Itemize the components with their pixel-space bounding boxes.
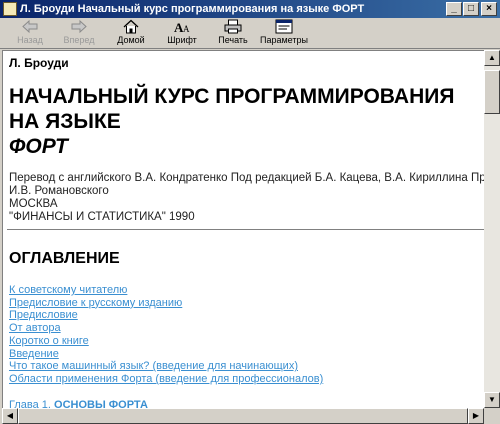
book-author: Л. Броуди	[9, 56, 69, 70]
help-book-icon	[3, 2, 17, 16]
imprint-line-1: Перевод с английского В.А. Кондратенко П…	[9, 172, 485, 184]
toc-link[interactable]: Предисловие	[9, 309, 323, 322]
title-bar: Л. Броуди Начальный курс программировани…	[0, 0, 500, 18]
forward-label: Вперед	[63, 35, 95, 45]
options-button[interactable]: Параметры	[258, 19, 310, 47]
font-button[interactable]: A A Шрифт	[158, 19, 206, 47]
print-label: Печать	[218, 35, 248, 45]
toc-link[interactable]: Предисловие к русскому изданию	[9, 297, 323, 310]
close-button[interactable]: ×	[481, 2, 497, 16]
toc-heading: ОГЛАВЛЕНИЕ	[9, 250, 120, 267]
imprint-line-3: МОСКВА	[9, 198, 58, 210]
print-button[interactable]: Печать	[210, 19, 256, 47]
minimize-button[interactable]: _	[446, 2, 462, 16]
scroll-left-button[interactable]: ◀	[2, 408, 18, 424]
title-line-2: НА ЯЗЫКЕ	[9, 110, 121, 133]
scroll-up-button[interactable]: ▲	[484, 50, 500, 66]
toc-link[interactable]: Коротко о книге	[9, 335, 323, 348]
toolbar: Назад Вперед Домой A A Шрифт Печать Пара…	[0, 18, 500, 49]
scroll-down-button[interactable]: ▼	[484, 392, 500, 408]
toc-link[interactable]: Введение	[9, 348, 323, 361]
back-button[interactable]: Назад	[8, 19, 52, 47]
document-pane[interactable]: Л. Броуди НАЧАЛЬНЫЙ КУРС ПРОГРАММИРОВАНИ…	[2, 50, 485, 409]
arrow-right-icon	[71, 19, 87, 34]
printer-icon	[224, 19, 242, 34]
back-label: Назад	[17, 35, 43, 45]
toc-link[interactable]: Что такое машинный язык? (введение для н…	[9, 360, 323, 373]
imprint-line-4: "ФИНАНСЫ И СТАТИСТИКА" 1990	[9, 211, 195, 223]
scroll-right-button[interactable]: ▶	[468, 408, 484, 424]
toc-link[interactable]: Области применения Форта (введение для п…	[9, 373, 323, 386]
svg-text:A: A	[183, 24, 190, 34]
horizontal-rule	[7, 229, 485, 230]
imprint: Перевод с английского В.А. Кондратенко П…	[9, 172, 485, 224]
vertical-scroll-thumb[interactable]	[484, 70, 500, 114]
options-label: Параметры	[260, 35, 308, 45]
home-label: Домой	[117, 35, 145, 45]
home-button[interactable]: Домой	[108, 19, 154, 47]
forward-button[interactable]: Вперед	[56, 19, 102, 47]
vertical-scrollbar[interactable]: ▲ ▼	[484, 50, 500, 408]
window-title: Л. Броуди Начальный курс программировани…	[20, 3, 365, 15]
imprint-line-2: И.В. Романовского	[9, 185, 109, 197]
title-line-3: ФОРТ	[9, 135, 68, 158]
toc-list: К советскому читателю Предисловие к русс…	[9, 284, 323, 386]
font-icon: A A	[174, 20, 190, 34]
horizontal-scroll-thumb[interactable]	[18, 408, 468, 424]
toc-link[interactable]: К советскому читателю	[9, 284, 323, 297]
options-icon	[275, 19, 293, 34]
toc-link[interactable]: От автора	[9, 322, 323, 335]
book-title: НАЧАЛЬНЫЙ КУРС ПРОГРАММИРОВАНИЯ НА ЯЗЫКЕ…	[9, 84, 485, 159]
scrollbar-corner	[484, 408, 500, 424]
home-icon	[123, 19, 139, 34]
font-label: Шрифт	[167, 35, 197, 45]
arrow-left-icon	[22, 19, 38, 34]
maximize-button[interactable]: □	[463, 2, 479, 16]
horizontal-scrollbar[interactable]: ◀ ▶	[2, 408, 484, 424]
title-line-1: НАЧАЛЬНЫЙ КУРС ПРОГРАММИРОВАНИЯ	[9, 85, 455, 108]
